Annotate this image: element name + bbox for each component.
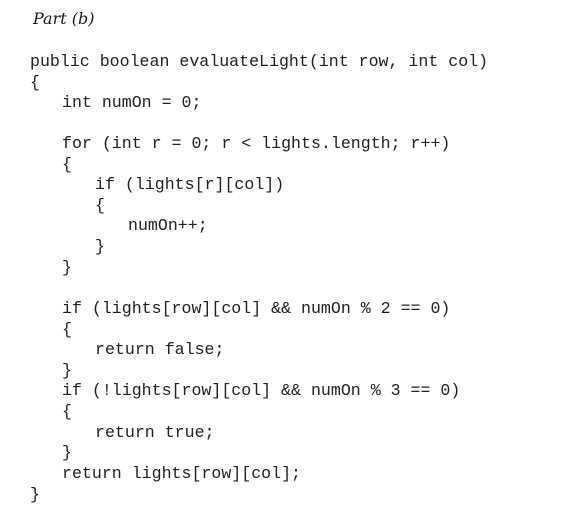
- code-line: public boolean evaluateLight(int row, in…: [30, 52, 489, 71]
- code-line: if (!lights[row][col] && numOn % 3 == 0): [62, 381, 461, 400]
- code-line: numOn++;: [128, 216, 208, 235]
- code-line: {: [62, 320, 72, 339]
- code-line: {: [62, 155, 72, 174]
- code-line: {: [62, 402, 72, 421]
- code-line: }: [30, 485, 40, 504]
- code-line: int numOn = 0;: [62, 93, 202, 112]
- code-line: return lights[row][col];: [62, 464, 301, 483]
- code-line: if (lights[row][col] && numOn % 2 == 0): [62, 299, 451, 318]
- code-line: }: [95, 237, 105, 256]
- code-line: {: [95, 196, 105, 215]
- code-line: {: [30, 73, 40, 92]
- code-line: if (lights[r][col]): [95, 175, 285, 194]
- code-line: }: [62, 443, 72, 462]
- answer-page: Part (b) public boolean evaluateLight(in…: [0, 0, 585, 520]
- code-line: return false;: [95, 340, 225, 359]
- code-line: }: [62, 258, 72, 277]
- code-line: for (int r = 0; r < lights.length; r++): [62, 134, 451, 153]
- code-line: return true;: [95, 423, 215, 442]
- part-heading: Part (b): [33, 9, 95, 28]
- code-line: }: [62, 361, 72, 380]
